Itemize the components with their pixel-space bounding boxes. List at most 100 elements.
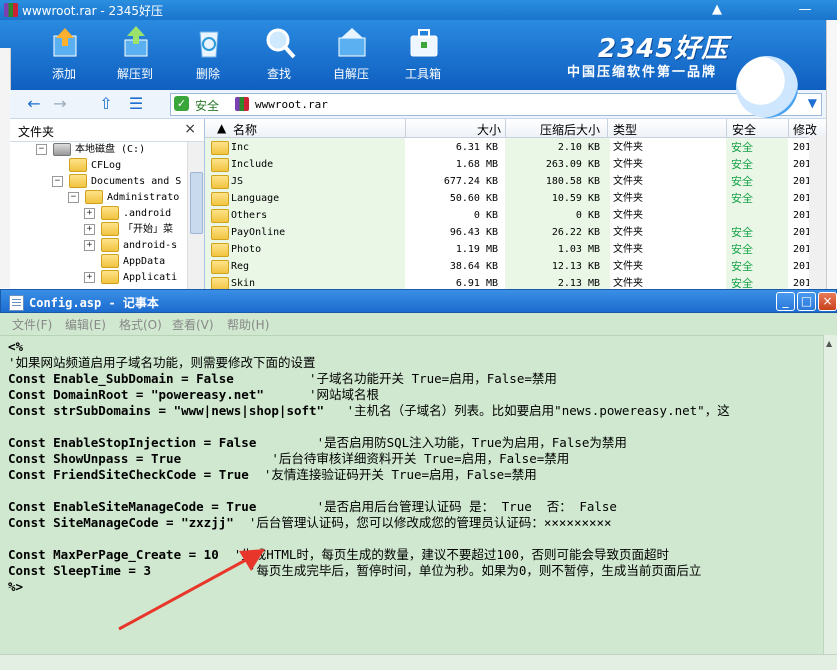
tree-item[interactable]: AppData	[36, 254, 186, 270]
file-type: 文件夹	[613, 159, 643, 170]
tree-item[interactable]: − 本地磁盘 (C:)	[36, 142, 186, 158]
scroll-up-icon[interactable]: ▲	[826, 339, 832, 348]
file-compressed-size: 0 KB	[575, 210, 600, 221]
file-compressed-size: 2.10 KB	[557, 142, 600, 153]
folder-icon	[211, 226, 229, 240]
folder-icon	[85, 190, 103, 204]
menu-view[interactable]: 查看(V)	[172, 316, 214, 333]
comment-text: '友情连接验证码开关 True=启用，False=禁用	[263, 467, 537, 482]
minimize-button[interactable]: —	[790, 0, 820, 20]
file-row[interactable]: Language 50.60 KB 10.59 KB 文件夹 安全 201	[205, 190, 809, 207]
tree-item[interactable]: + Applicati	[36, 270, 186, 286]
toolbox-button[interactable]: 工具箱	[393, 20, 453, 90]
file-modified: 201	[793, 193, 809, 204]
menu-edit[interactable]: 编辑(E)	[65, 316, 106, 333]
file-row[interactable]: Reg 38.64 KB 12.13 KB 文件夹 安全 201	[205, 258, 809, 275]
comment-text: '如果网站频道启用子域名功能，则需要修改下面的设置	[8, 355, 316, 370]
file-size: 6.91 MB	[455, 278, 498, 289]
file-row[interactable]: PayOnline 96.43 KB 26.22 KB 文件夹 安全 201	[205, 224, 809, 241]
menu-help[interactable]: 帮助(H)	[227, 316, 269, 333]
file-row[interactable]: Others 0 KB 0 KB 文件夹 201	[205, 207, 809, 224]
file-modified: 201	[793, 159, 809, 170]
tree-item-label: CFLog	[91, 160, 122, 171]
drive-icon	[53, 142, 71, 156]
address-path: wwwroot.rar	[255, 98, 328, 111]
extract-to-button[interactable]: 解压到	[105, 20, 165, 90]
find-button[interactable]: 查找	[249, 20, 309, 90]
folder-icon	[101, 206, 119, 220]
tree-item[interactable]: + .android	[36, 206, 186, 222]
tree-item[interactable]: CFLog	[36, 158, 186, 174]
notepad-horizontal-scrollbar[interactable]	[0, 654, 837, 670]
collapse-icon[interactable]: −	[68, 191, 79, 203]
expand-icon[interactable]: +	[84, 223, 95, 235]
scroll-thumb[interactable]	[190, 172, 203, 234]
file-row[interactable]: JS 677.24 KB 180.58 KB 文件夹 安全 201	[205, 173, 809, 190]
up-folder-icon[interactable]: ⇧	[96, 94, 116, 114]
tree-item[interactable]: + android-s	[36, 238, 186, 254]
chevron-down-icon[interactable]: ▼	[808, 96, 817, 110]
self-extract-button[interactable]: 自解压	[321, 20, 381, 90]
column-divider[interactable]	[405, 119, 406, 137]
file-rows: Inc 6.31 KB 2.10 KB 文件夹 安全 201 Include 1.68 MB 2…	[205, 139, 809, 289]
folder-icon	[101, 254, 119, 268]
maximize-button[interactable]: □	[797, 292, 816, 311]
expand-icon[interactable]: +	[84, 271, 95, 283]
col-size[interactable]: 大小	[477, 121, 501, 138]
column-divider[interactable]	[505, 119, 506, 137]
skin-button[interactable]: ▲	[702, 0, 732, 20]
text-line: Const Enable_SubDomain = False '子域名功能开关 …	[8, 371, 823, 387]
folder-icon	[211, 175, 229, 189]
column-divider[interactable]	[788, 119, 789, 137]
code-text: <%	[8, 339, 24, 354]
archive-window-title: wwwroot.rar - 2345好压	[22, 4, 164, 18]
file-row[interactable]: Include 1.68 MB 263.09 KB 文件夹 安全 201	[205, 156, 809, 173]
add-button[interactable]: 添加	[34, 20, 94, 90]
col-modified[interactable]: 修改	[793, 121, 817, 138]
collapse-icon[interactable]: −	[36, 143, 47, 155]
file-row[interactable]: Photo 1.19 MB 1.03 MB 文件夹 安全 201	[205, 241, 809, 258]
file-type: 文件夹	[613, 193, 643, 204]
expand-icon[interactable]: +	[84, 207, 95, 219]
text-line: Const ShowUnpass = True '后台待审核详细资料开关 Tru…	[8, 451, 823, 467]
column-divider[interactable]	[607, 119, 608, 137]
folder-icon	[211, 141, 229, 155]
col-security[interactable]: 安全	[732, 121, 756, 138]
tree-item[interactable]: − Documents and S	[36, 174, 186, 190]
archive-toolbar: 添加 解压到 删除 查找 自解压 工具箱 2345好压 中国压缩软件第一品牌	[0, 20, 837, 90]
back-arrow-icon[interactable]: ←	[24, 94, 44, 114]
forward-arrow-icon[interactable]: →	[50, 94, 70, 114]
file-type: 文件夹	[613, 176, 643, 187]
file-row[interactable]: Inc 6.31 KB 2.10 KB 文件夹 安全 201	[205, 139, 809, 156]
collapse-icon[interactable]: −	[52, 175, 63, 187]
file-type: 文件夹	[613, 244, 643, 255]
address-field[interactable]: ✓ 安全 wwwroot.rar ▼	[170, 93, 822, 116]
column-divider[interactable]	[726, 119, 727, 137]
close-icon[interactable]: ×	[184, 121, 196, 137]
file-size: 38.64 KB	[449, 261, 498, 272]
close-button[interactable]: ×	[818, 292, 837, 311]
tree-item[interactable]: + 「开始」菜	[36, 222, 186, 238]
tree-item-label: 「开始」菜	[123, 224, 173, 235]
file-compressed-size: 12.13 KB	[551, 261, 600, 272]
col-type[interactable]: 类型	[613, 121, 637, 138]
view-list-icon[interactable]: ☰	[126, 94, 146, 114]
tree-item[interactable]: − Administrato	[36, 190, 186, 206]
notepad-vertical-scrollbar[interactable]: ▲	[823, 335, 837, 655]
file-compressed-size: 263.09 KB	[545, 159, 600, 170]
delete-button[interactable]: 删除	[178, 20, 238, 90]
file-size: 96.43 KB	[449, 227, 498, 238]
minimize-button[interactable]: _	[776, 292, 795, 311]
file-type: 文件夹	[613, 278, 643, 289]
menu-format[interactable]: 格式(O)	[119, 316, 162, 333]
col-compressed-size[interactable]: 压缩后大小	[540, 121, 600, 138]
expand-icon[interactable]: +	[84, 239, 95, 251]
shield-check-icon: ✓	[174, 96, 189, 111]
notepad-icon	[9, 295, 24, 311]
tree-scrollbar[interactable]	[187, 142, 204, 289]
col-name[interactable]: 名称	[233, 121, 257, 138]
file-compressed-size: 2.13 MB	[557, 278, 600, 289]
file-list-scrollbar[interactable]	[809, 137, 826, 289]
menu-file[interactable]: 文件(F)	[12, 316, 52, 333]
file-row[interactable]: Skin 6.91 MB 2.13 MB 文件夹 安全 201	[205, 275, 809, 289]
